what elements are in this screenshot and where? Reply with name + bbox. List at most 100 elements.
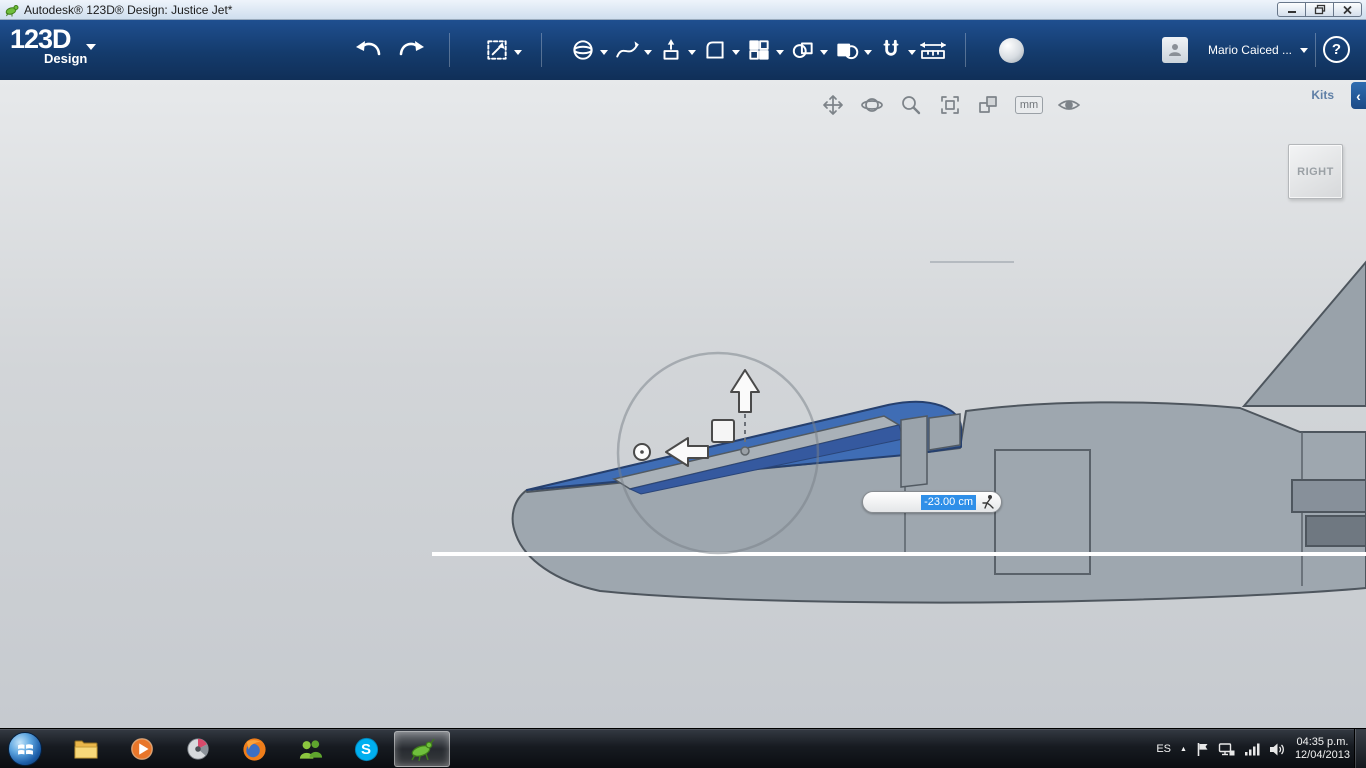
toolbar-separator: [1315, 33, 1316, 67]
hidden-icons-button[interactable]: ▲: [1180, 746, 1187, 753]
fit-view-button[interactable]: [937, 92, 963, 118]
app-menu-123d[interactable]: 123D Design: [10, 25, 87, 65]
folder-icon: [74, 740, 98, 759]
units-button[interactable]: mm: [1015, 96, 1043, 114]
minimize-button[interactable]: [1277, 2, 1306, 17]
action-center-flag-icon[interactable]: [1196, 742, 1209, 757]
primitives-tool-button[interactable]: [566, 33, 608, 67]
dropdown-caret-icon[interactable]: [776, 50, 784, 55]
tail-fin[interactable]: [1241, 260, 1366, 407]
dropdown-caret-icon[interactable]: [820, 50, 828, 55]
sketch-tool-button[interactable]: [610, 33, 652, 67]
dropdown-caret-icon[interactable]: [600, 50, 608, 55]
dimension-options-icon[interactable]: [981, 494, 995, 510]
app-menu-caret-icon[interactable]: [86, 44, 96, 50]
user-menu-caret-icon[interactable]: [1300, 48, 1308, 53]
dimension-value-input[interactable]: -23.00 cm: [921, 494, 976, 510]
zoom-magnifier-icon: [902, 96, 921, 115]
help-button[interactable]: ?: [1323, 36, 1350, 63]
pan-button[interactable]: [820, 92, 846, 118]
navigation-toolbar: mm: [820, 92, 1082, 118]
grouping-tool-button[interactable]: [786, 33, 828, 67]
jet-model-view: [432, 260, 1366, 604]
desktop-screen: Autodesk® 123D® Design: Justice Jet* 123…: [0, 0, 1366, 768]
chevron-left-icon: ‹: [1356, 87, 1361, 104]
volume-icon[interactable]: [1269, 742, 1286, 757]
view-settings-button[interactable]: [976, 92, 1002, 118]
taskbar-123d-design-button-active[interactable]: [394, 731, 450, 767]
dropdown-caret-icon[interactable]: [644, 50, 652, 55]
taskbar-media-player-button[interactable]: [114, 729, 170, 768]
user-avatar[interactable]: [1162, 37, 1188, 63]
minimize-icon: [1287, 10, 1296, 13]
signal-strength-icon[interactable]: [1244, 742, 1260, 756]
dropdown-caret-icon[interactable]: [864, 50, 872, 55]
redo-button[interactable]: [394, 33, 428, 67]
restore-icon: [1314, 4, 1325, 15]
undo-button[interactable]: [352, 33, 386, 67]
engine-nozzle-lower[interactable]: [1305, 515, 1366, 547]
dropdown-caret-icon[interactable]: [732, 50, 740, 55]
language-indicator[interactable]: ES: [1156, 743, 1171, 755]
network-icon[interactable]: [1218, 742, 1235, 757]
viewcube-label: RIGHT: [1297, 165, 1334, 178]
combine-tool-button[interactable]: [830, 33, 872, 67]
taskbar-skype-button[interactable]: S: [338, 729, 394, 768]
close-button[interactable]: [1333, 2, 1362, 17]
construct-extrude-icon: [663, 39, 679, 60]
gizmo-arrow-up[interactable]: [730, 369, 760, 413]
dimension-input-pill: -23.00 cm: [862, 491, 1002, 513]
firefox-icon: [242, 737, 266, 761]
system-tray: ES ▲ 04:35 p.m. 12/04/2013: [1156, 729, 1350, 768]
kits-panel-label[interactable]: Kits: [1311, 88, 1334, 102]
modify-tool-button[interactable]: [698, 33, 740, 67]
dropdown-caret-icon[interactable]: [514, 50, 522, 55]
taskbar-explorer-button[interactable]: [58, 729, 114, 768]
user-name[interactable]: Mario Caiced ...: [1208, 43, 1292, 57]
measure-tool-button[interactable]: [916, 33, 950, 67]
gizmo-square-handle[interactable]: [711, 419, 735, 443]
pattern-grid-icon: [749, 40, 769, 60]
kits-panel-collapse-tab[interactable]: ‹: [1351, 82, 1366, 109]
redo-icon: [399, 41, 424, 56]
viewport-canvas[interactable]: mm Kits ‹ RIGHT -23.00 cm: [0, 80, 1366, 728]
taskbar-pinned-apps: S: [58, 729, 450, 768]
transform-icon: [487, 40, 507, 60]
visibility-button[interactable]: [1056, 92, 1082, 118]
rear-bulkhead[interactable]: [900, 415, 928, 488]
logo-design: Design: [44, 51, 88, 66]
dropdown-caret-icon[interactable]: [688, 50, 696, 55]
primitives-sphere-icon: [573, 40, 593, 60]
restore-button[interactable]: [1305, 2, 1334, 17]
construct-tool-button[interactable]: [654, 33, 696, 67]
engine-nozzle-upper[interactable]: [1291, 479, 1366, 513]
gizmo-anchor-dot[interactable]: [740, 446, 750, 456]
canopy-rear-deck[interactable]: [928, 413, 961, 451]
material-render-ball-button[interactable]: [999, 38, 1024, 63]
viewcube-right-face[interactable]: RIGHT: [1288, 144, 1343, 199]
measure-ruler-icon: [920, 42, 946, 59]
combine-boolean-icon: [837, 43, 859, 60]
start-button[interactable]: [8, 732, 42, 766]
orbit-icon: [861, 98, 883, 112]
skype-letter: S: [360, 740, 371, 758]
eye-icon: [1058, 100, 1080, 110]
taskbar-messenger-button[interactable]: [282, 729, 338, 768]
orbit-button[interactable]: [859, 92, 885, 118]
clock[interactable]: 04:35 p.m. 12/04/2013: [1295, 736, 1350, 762]
gizmo-circle-handle-dot: [640, 450, 644, 454]
show-desktop-button[interactable]: [1354, 729, 1366, 768]
transform-tool-button[interactable]: [480, 33, 522, 67]
taskbar-gauge-app-button[interactable]: [170, 729, 226, 768]
clock-time: 04:35 p.m.: [1296, 736, 1349, 748]
zoom-button[interactable]: [898, 92, 924, 118]
toolbar-separator: [965, 33, 966, 67]
window-controls: [1277, 2, 1362, 17]
dropdown-caret-icon[interactable]: [908, 50, 916, 55]
undo-icon: [356, 41, 381, 56]
taskbar-firefox-button[interactable]: [226, 729, 282, 768]
pattern-tool-button[interactable]: [742, 33, 784, 67]
snap-tool-button[interactable]: [874, 33, 916, 67]
fit-view-icon: [941, 96, 959, 114]
logo-123d: 123D: [10, 24, 72, 54]
